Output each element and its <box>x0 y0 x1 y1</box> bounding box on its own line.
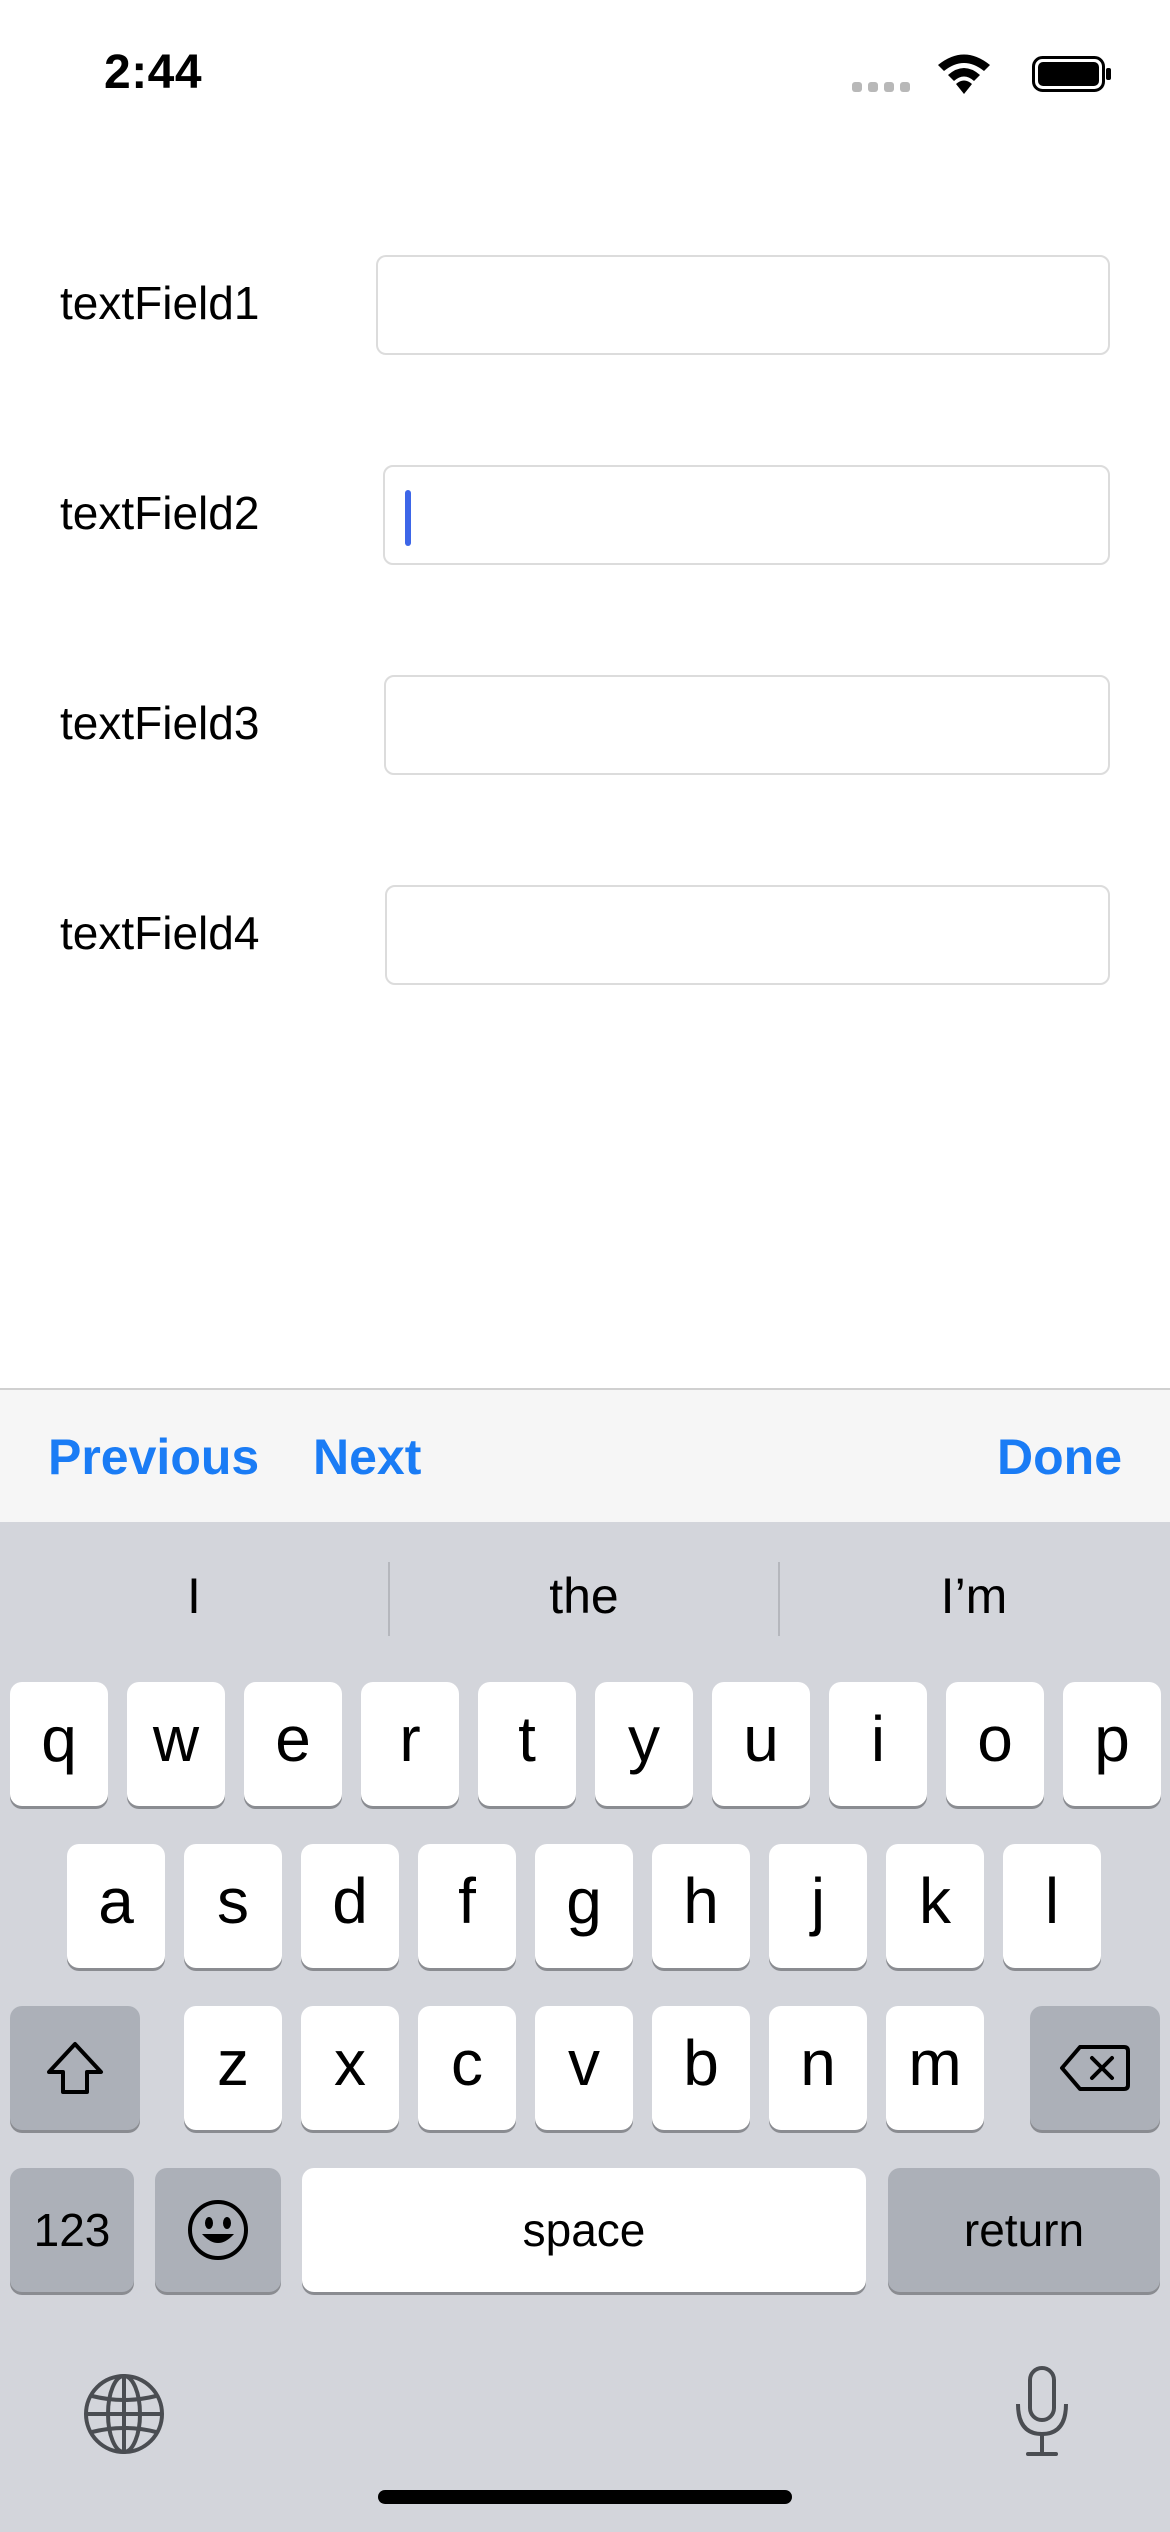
key-z[interactable]: z <box>184 2006 282 2130</box>
delete-icon <box>1060 2045 1130 2091</box>
key-i[interactable]: i <box>829 1682 927 1806</box>
shift-key[interactable] <box>10 2006 140 2130</box>
key-t[interactable]: t <box>478 1682 576 1806</box>
key-e[interactable]: e <box>244 1682 342 1806</box>
globe-icon[interactable] <box>82 2372 166 2456</box>
key-m[interactable]: m <box>886 2006 984 2130</box>
key-u[interactable]: u <box>712 1682 810 1806</box>
previous-button[interactable]: Previous <box>48 1428 259 1486</box>
textfield3-label: textField3 <box>60 697 260 749</box>
delete-key[interactable] <box>1030 2006 1160 2130</box>
textfield2-input[interactable] <box>383 465 1110 565</box>
shift-icon <box>47 2042 103 2094</box>
textfield1-input[interactable] <box>376 255 1110 355</box>
text-cursor <box>405 490 411 546</box>
suggestion-3[interactable]: I’m <box>780 1567 1168 1625</box>
emoji-key[interactable] <box>155 2168 281 2292</box>
key-v[interactable]: v <box>535 2006 633 2130</box>
key-c[interactable]: c <box>418 2006 516 2130</box>
key-n[interactable]: n <box>769 2006 867 2130</box>
suggestion-2[interactable]: the <box>390 1567 778 1625</box>
textfield4-input[interactable] <box>385 885 1110 985</box>
home-indicator <box>378 2490 792 2504</box>
key-g[interactable]: g <box>535 1844 633 1968</box>
return-key[interactable]: return <box>888 2168 1160 2292</box>
key-s[interactable]: s <box>184 1844 282 1968</box>
key-b[interactable]: b <box>652 2006 750 2130</box>
key-f[interactable]: f <box>418 1844 516 1968</box>
key-p[interactable]: p <box>1063 1682 1161 1806</box>
numbers-key[interactable]: 123 <box>10 2168 134 2292</box>
screen: 2:44 textField1 textField2 textField3 te… <box>0 0 1170 2532</box>
key-h[interactable]: h <box>652 1844 750 1968</box>
textfield3-input[interactable] <box>384 675 1110 775</box>
emoji-icon <box>188 2200 248 2260</box>
textfield4-label: textField4 <box>60 907 260 959</box>
key-l[interactable]: l <box>1003 1844 1101 1968</box>
space-key[interactable]: space <box>302 2168 866 2292</box>
textfield1-label: textField1 <box>60 277 260 329</box>
key-a[interactable]: a <box>67 1844 165 1968</box>
key-o[interactable]: o <box>946 1682 1044 1806</box>
key-q[interactable]: q <box>10 1682 108 1806</box>
wifi-icon <box>938 54 990 94</box>
cellular-signal-icon <box>852 82 910 94</box>
key-y[interactable]: y <box>595 1682 693 1806</box>
key-w[interactable]: w <box>127 1682 225 1806</box>
keyboard: I the I’m q w e r t y u i o p a s d f g … <box>0 1522 1170 2532</box>
key-r[interactable]: r <box>361 1682 459 1806</box>
keyboard-toolbar: Previous Next Done <box>0 1388 1170 1522</box>
status-icons <box>852 52 1112 96</box>
key-k[interactable]: k <box>886 1844 984 1968</box>
done-button[interactable]: Done <box>997 1428 1122 1486</box>
microphone-icon[interactable] <box>1010 2364 1074 2460</box>
key-d[interactable]: d <box>301 1844 399 1968</box>
next-button[interactable]: Next <box>313 1428 421 1486</box>
textfield2-label: textField2 <box>60 487 260 539</box>
status-time: 2:44 <box>104 46 203 99</box>
key-j[interactable]: j <box>769 1844 867 1968</box>
key-x[interactable]: x <box>301 2006 399 2130</box>
suggestion-1[interactable]: I <box>0 1567 388 1625</box>
battery-icon <box>1032 56 1111 92</box>
